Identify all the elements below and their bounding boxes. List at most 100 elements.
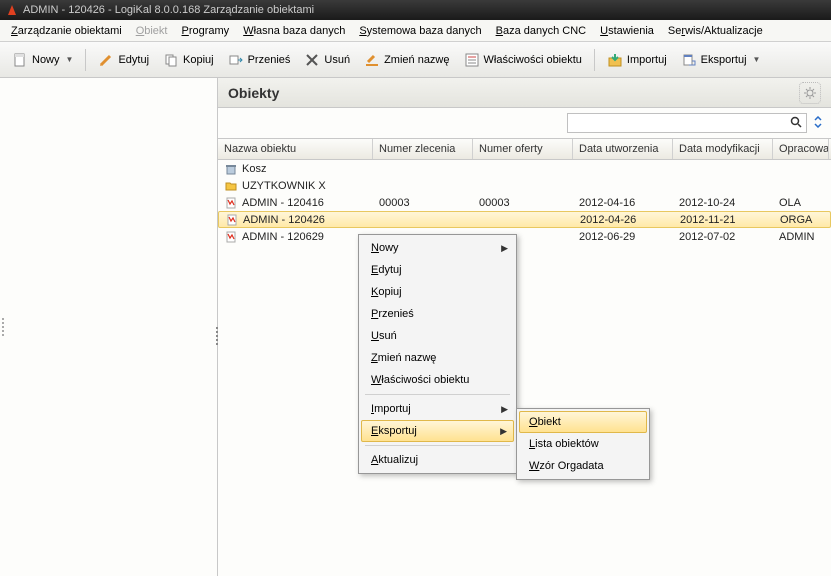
delete-label: Usuń	[324, 54, 350, 66]
properties-button[interactable]: Właściwości obiektu	[458, 49, 588, 71]
toolbar: Nowy ▼ Edytuj Kopiuj Przenieś Usuń Zmień…	[0, 42, 831, 78]
import-button[interactable]: Importuj	[601, 49, 673, 71]
rename-button[interactable]: Zmień nazwę	[358, 49, 455, 71]
cell-author: ORGA	[774, 214, 830, 226]
col-order[interactable]: Numer zlecenia	[373, 139, 473, 159]
row-name-text: ADMIN - 120426	[243, 214, 325, 226]
row-name-text: ADMIN - 120629	[242, 231, 324, 243]
new-label: Nowy	[32, 54, 60, 66]
cell-modified: 2012-10-24	[673, 197, 773, 209]
toolbar-separator	[85, 49, 86, 71]
table-row[interactable]: Kosz	[218, 160, 831, 177]
edit-button[interactable]: Edytuj	[92, 49, 155, 71]
cell-order: 00003	[373, 197, 473, 209]
col-modified[interactable]: Data modyfikacji	[673, 139, 773, 159]
row-name-text: Kosz	[242, 163, 266, 175]
cell-author: OLA	[773, 197, 829, 209]
move-icon	[228, 52, 244, 68]
panel-header: Obiekty	[218, 78, 831, 108]
properties-label: Właściwości obiektu	[484, 54, 582, 66]
search-box	[567, 113, 807, 133]
edit-label: Edytuj	[118, 54, 149, 66]
copy-icon	[163, 52, 179, 68]
table-row[interactable]: UZYTKOWNIK X	[218, 177, 831, 194]
new-icon	[12, 52, 28, 68]
submenu-arrow-icon: ▶	[501, 404, 508, 415]
trash-icon	[224, 162, 238, 176]
folder-icon	[224, 179, 238, 193]
menu-baza-danych-cnc[interactable]: Baza danych CNC	[489, 23, 594, 39]
search-row	[218, 108, 831, 138]
ctx-importuj[interactable]: Importuj▶	[361, 398, 514, 420]
project-icon	[224, 230, 238, 244]
row-name-text: UZYTKOWNIK X	[242, 180, 326, 192]
app-icon	[6, 4, 18, 16]
copy-label: Kopiuj	[183, 54, 214, 66]
gear-icon[interactable]	[799, 82, 821, 104]
menu-obiekt: Obiekt	[129, 23, 175, 39]
import-label: Importuj	[627, 54, 667, 66]
table-row[interactable]: ADMIN - 1206292012-06-292012-07-02ADMIN	[218, 228, 831, 245]
ctx-kopiuj[interactable]: Kopiuj	[361, 281, 514, 303]
menu-programy[interactable]: Programy	[175, 23, 237, 39]
delete-button[interactable]: Usuń	[298, 49, 356, 71]
project-icon	[225, 213, 239, 227]
ctx-przenieś[interactable]: Przenieś	[361, 303, 514, 325]
sub-obiekt[interactable]: Obiekt	[519, 411, 647, 433]
ctx-aktualizuj[interactable]: Aktualizuj	[361, 449, 514, 471]
table-row[interactable]: ADMIN - 12041600003000032012-04-162012-1…	[218, 194, 831, 211]
menu-serwis-aktualizacje[interactable]: Serwis/Aktualizacje	[661, 23, 770, 39]
objects-panel: Obiekty Nazwa obiektu Numer zlecenia Num…	[218, 78, 831, 576]
table-header: Nazwa obiektu Numer zlecenia Numer ofert…	[218, 138, 831, 160]
cell-offer: 00003	[473, 197, 573, 209]
submenu-arrow-icon: ▶	[501, 243, 508, 254]
rename-label: Zmień nazwę	[384, 54, 449, 66]
panel-grip[interactable]	[0, 78, 6, 576]
context-menu-separator	[365, 445, 510, 446]
rename-icon	[364, 52, 380, 68]
move-button[interactable]: Przenieś	[222, 49, 297, 71]
col-offer[interactable]: Numer oferty	[473, 139, 573, 159]
pencil-icon	[98, 52, 114, 68]
row-name-text: ADMIN - 120416	[242, 197, 324, 209]
menu-zarz-dzanie-obiektami[interactable]: Zarządzanie obiektami	[4, 23, 129, 39]
cell-name: Kosz	[218, 162, 373, 176]
dropdown-arrow-icon: ▼	[753, 55, 761, 64]
new-button[interactable]: Nowy ▼	[6, 49, 79, 71]
cell-name: ADMIN - 120629	[218, 230, 373, 244]
submenu-arrow-icon: ▶	[500, 426, 507, 437]
cell-modified: 2012-07-02	[673, 231, 773, 243]
menu-systemowa-baza-danych[interactable]: Systemowa baza danych	[352, 23, 488, 39]
export-icon	[681, 52, 697, 68]
ctx-edytuj[interactable]: Edytuj	[361, 259, 514, 281]
export-label: Eksportuj	[701, 54, 747, 66]
ctx-eksportuj[interactable]: Eksportuj▶	[361, 420, 514, 442]
sub-wzór-orgadata[interactable]: Wzór Orgadata	[519, 455, 647, 477]
cell-name: ADMIN - 120416	[218, 196, 373, 210]
col-name[interactable]: Nazwa obiektu	[218, 139, 373, 159]
export-button[interactable]: Eksportuj ▼	[675, 49, 767, 71]
sub-lista-obiektów[interactable]: Lista obiektów	[519, 433, 647, 455]
table-row[interactable]: ADMIN - 1204262012-04-262012-11-21ORGA	[218, 211, 831, 228]
menu-ustawienia[interactable]: Ustawienia	[593, 23, 661, 39]
ctx-usuń[interactable]: Usuń	[361, 325, 514, 347]
expand-icon[interactable]	[813, 116, 823, 131]
ctx-właściwości-obiektu[interactable]: Właściwości obiektu	[361, 369, 514, 391]
search-input[interactable]	[572, 116, 790, 130]
ctx-nowy[interactable]: Nowy▶	[361, 237, 514, 259]
left-tree-panel	[0, 78, 218, 576]
toolbar-separator	[594, 49, 595, 71]
col-author[interactable]: Opracowa	[773, 139, 829, 159]
cell-created: 2012-06-29	[573, 231, 673, 243]
copy-button[interactable]: Kopiuj	[157, 49, 220, 71]
cell-modified: 2012-11-21	[674, 214, 774, 226]
menu-w-asna-baza-danych[interactable]: Własna baza danych	[236, 23, 352, 39]
ctx-zmień-nazwę[interactable]: Zmień nazwę	[361, 347, 514, 369]
window-title: ADMIN - 120426 - LogiKal 8.0.0.168 Zarzą…	[23, 4, 314, 16]
properties-icon	[464, 52, 480, 68]
import-icon	[607, 52, 623, 68]
search-icon[interactable]	[790, 116, 802, 131]
move-label: Przenieś	[248, 54, 291, 66]
table-body: Kosz UZYTKOWNIK X ADMIN - 120416 0000300003…	[218, 160, 831, 576]
col-created[interactable]: Data utworzenia	[573, 139, 673, 159]
